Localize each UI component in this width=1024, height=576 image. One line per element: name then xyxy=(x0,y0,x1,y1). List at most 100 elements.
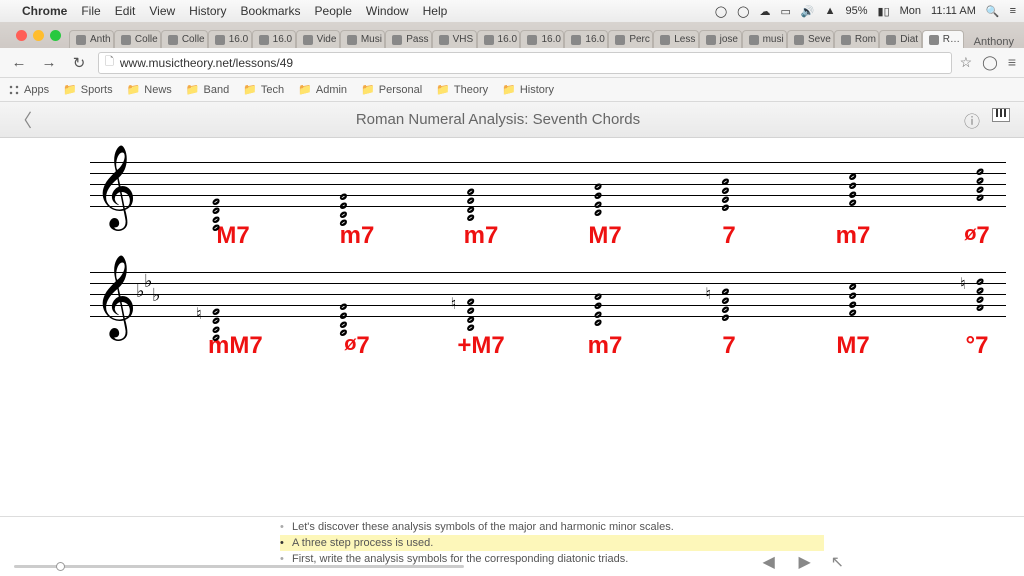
tab-label: Anth xyxy=(90,34,111,45)
url-text: www.musictheory.net/lessons/49 xyxy=(120,56,293,70)
browser-tab[interactable]: Anth xyxy=(69,30,114,48)
favicon-icon xyxy=(215,35,225,45)
lesson-back-button[interactable]: 〈 xyxy=(14,107,32,133)
info-icon[interactable]: ⓘ xyxy=(964,108,980,132)
next-button[interactable]: ▶ xyxy=(795,552,815,572)
tab-label: Less xyxy=(674,34,695,45)
chord-quality-label: m7 xyxy=(828,222,878,250)
favicon-icon xyxy=(303,35,313,45)
tab-label: Vide xyxy=(317,34,337,45)
back-button[interactable]: ← xyxy=(8,52,30,74)
browser-tab[interactable]: VHS xyxy=(432,30,477,48)
chord-quality-label: 7 xyxy=(704,222,754,250)
favicon-icon xyxy=(615,35,625,45)
window-controls[interactable] xyxy=(8,22,69,48)
chord: 𝅗𝅗𝅗𝅗 xyxy=(972,148,1002,220)
staff-major: 𝄞 𝅗𝅗𝅗𝅗𝅗𝅗𝅗𝅗𝅗𝅗𝅗𝅗𝅗𝅗𝅗𝅗𝅗𝅗𝅗𝅗𝅗𝅗𝅗𝅗𝅗𝅗𝅗𝅗 M7m7m7M77… xyxy=(12,148,1012,250)
chord-quality-label: 7 xyxy=(704,332,754,360)
menu-edit[interactable]: Edit xyxy=(115,4,136,18)
favicon-icon xyxy=(527,35,537,45)
chrome-menu-icon[interactable]: ≡ xyxy=(1008,54,1016,71)
menu-help[interactable]: Help xyxy=(423,4,448,18)
browser-tab[interactable]: Colle xyxy=(161,30,208,48)
volume-icon: 🔊 xyxy=(801,5,815,18)
menu-bookmarks[interactable]: Bookmarks xyxy=(241,4,301,18)
browser-tab[interactable]: 16.0 xyxy=(564,30,608,48)
bookmark-label: Tech xyxy=(261,84,284,96)
browser-tab[interactable]: Pass xyxy=(385,30,431,48)
menu-history[interactable]: History xyxy=(189,4,226,18)
bookmark-label: News xyxy=(144,84,172,96)
tab-label: Colle xyxy=(135,34,158,45)
browser-tab[interactable]: Musi xyxy=(340,30,385,48)
browser-tab[interactable]: Rom xyxy=(834,30,879,48)
bookmarks-bar: Apps📁Sports📁News📁Band📁Tech📁Admin📁Persona… xyxy=(0,78,1024,102)
bookmark-label: Sports xyxy=(81,84,113,96)
playback-controls: ◀ ▶ ↖ xyxy=(759,552,844,572)
browser-tab[interactable]: 16.0 xyxy=(252,30,296,48)
tab-label: 16.0 xyxy=(541,34,560,45)
menu-people[interactable]: People xyxy=(315,4,352,18)
reload-button[interactable]: ↻ xyxy=(68,52,90,74)
browser-tab[interactable]: Vide xyxy=(296,30,340,48)
browser-tab[interactable]: 16.0 xyxy=(520,30,564,48)
tab-label: 16.0 xyxy=(498,34,517,45)
tab-label: jose xyxy=(720,34,738,45)
bookmark-apps[interactable]: Apps xyxy=(8,84,49,96)
browser-tab[interactable]: Colle xyxy=(114,30,161,48)
page-icon: 🗋 xyxy=(105,53,114,72)
zoom-window-icon[interactable] xyxy=(50,30,61,41)
forward-button[interactable]: → xyxy=(38,52,60,74)
chrome-window: AnthColleColle16.016.0VideMusiPassVHS16.… xyxy=(0,22,1024,102)
menu-file[interactable]: File xyxy=(81,4,100,18)
bookmark-band[interactable]: 📁Band xyxy=(186,83,229,96)
tab-label: 16.0 xyxy=(585,34,604,45)
favicon-icon xyxy=(571,35,581,45)
favicon-icon xyxy=(76,35,86,45)
app-name[interactable]: Chrome xyxy=(22,4,67,18)
tab-strip: AnthColleColle16.016.0VideMusiPassVHS16.… xyxy=(0,22,1024,48)
tab-label: Colle xyxy=(182,34,205,45)
bookmark-news[interactable]: 📁News xyxy=(127,83,172,96)
menu-view[interactable]: View xyxy=(149,4,175,18)
browser-tab[interactable]: 16.0 xyxy=(477,30,521,48)
tab-label: Pass xyxy=(406,34,428,45)
browser-tab[interactable]: musi xyxy=(742,30,787,48)
bookmark-history[interactable]: 📁History xyxy=(502,83,554,96)
star-icon[interactable]: ☆ xyxy=(960,54,973,71)
prev-button[interactable]: ◀ xyxy=(759,552,779,572)
piano-icon[interactable] xyxy=(992,108,1010,122)
progress-knob[interactable] xyxy=(56,562,65,571)
minimize-window-icon[interactable] xyxy=(33,30,44,41)
tab-label: Seve xyxy=(808,34,831,45)
script-line[interactable]: A three step process is used. xyxy=(280,535,824,551)
close-window-icon[interactable] xyxy=(16,30,27,41)
circle-icon: ◯ xyxy=(737,5,749,18)
spotlight-icon[interactable]: 🔍 xyxy=(986,5,1000,18)
browser-tab[interactable]: 16.0 xyxy=(208,30,252,48)
browser-tab[interactable]: Less xyxy=(653,30,698,48)
bookmark-sports[interactable]: 📁Sports xyxy=(63,83,113,96)
progress-slider[interactable] xyxy=(14,565,464,568)
browser-tab[interactable]: Perc xyxy=(608,30,653,48)
folder-icon: 📁 xyxy=(186,83,200,96)
browser-tab[interactable]: R… xyxy=(922,30,964,48)
bookmark-admin[interactable]: 📁Admin xyxy=(298,83,347,96)
browser-tab[interactable]: Seve xyxy=(787,30,834,48)
browser-tab[interactable]: Diat xyxy=(879,30,921,48)
favicon-icon xyxy=(886,35,896,45)
extension-icon[interactable]: ◯ xyxy=(982,54,998,71)
browser-toolbar: ← → ↻ 🗋 www.musictheory.net/lessons/49 ☆… xyxy=(0,48,1024,78)
chord-labels-minor: mM7ø7+M7m77M7°7 xyxy=(12,332,1012,360)
menu-window[interactable]: Window xyxy=(366,4,409,18)
clock-time: 11:11 AM xyxy=(931,5,976,17)
bookmark-tech[interactable]: 📁Tech xyxy=(243,83,284,96)
address-bar[interactable]: 🗋 www.musictheory.net/lessons/49 xyxy=(98,52,952,74)
bookmark-personal[interactable]: 📁Personal xyxy=(361,83,422,96)
menu-icon[interactable]: ≡ xyxy=(1010,5,1016,17)
bookmark-label: Theory xyxy=(454,84,488,96)
script-line[interactable]: Let's discover these analysis symbols of… xyxy=(280,519,824,535)
bookmark-theory[interactable]: 📁Theory xyxy=(436,83,488,96)
browser-tab[interactable]: jose xyxy=(699,30,742,48)
user-label[interactable]: Anthony xyxy=(964,36,1024,48)
